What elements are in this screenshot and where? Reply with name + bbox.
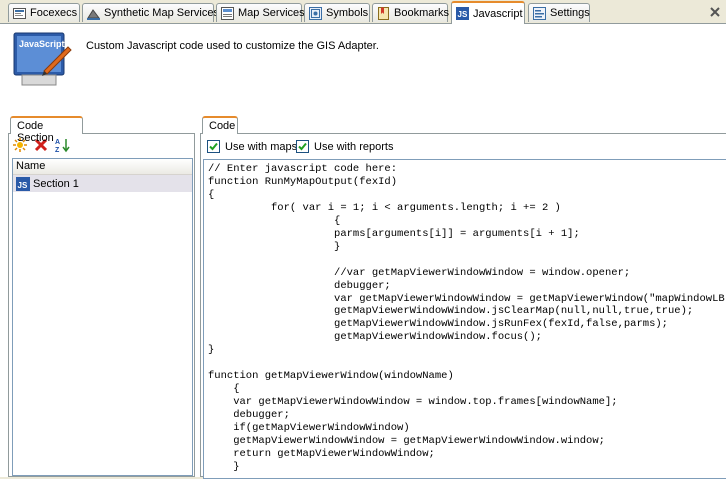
tab-bookmarks[interactable]: Bookmarks [372, 3, 450, 22]
tab-javascript[interactable]: JS Javascript [451, 1, 525, 24]
use-with-maps-label: Use with maps [225, 140, 298, 153]
use-with-reports-checkbox[interactable]: Use with reports [296, 140, 393, 153]
tab-label: Focexecs [30, 7, 78, 19]
tab-code-section[interactable]: Code Section [10, 116, 83, 144]
code-section-list[interactable]: Name JS Section 1 [12, 158, 193, 476]
tab-label: Symbols [326, 7, 369, 19]
check-icon [209, 142, 218, 151]
bookmarks-icon [378, 6, 389, 20]
tab-label: Synthetic Map Services [104, 7, 219, 19]
symbols-icon [309, 6, 322, 20]
header-description: Custom Javascript code used to customize… [86, 40, 379, 52]
svg-text:A: A [55, 139, 60, 146]
column-header-name[interactable]: Name [13, 159, 192, 175]
svg-text:JS: JS [18, 181, 28, 190]
page-header: JavaScript Custom Javascript code used t… [0, 24, 726, 94]
tab-code[interactable]: Code [202, 116, 238, 134]
list-item[interactable]: JS Section 1 [13, 175, 192, 192]
tab-synthetic-map-services[interactable]: Synthetic Map Services [82, 3, 219, 22]
javascript-icon: JS [456, 7, 469, 20]
javascript-logo-icon: JavaScript [13, 32, 72, 86]
tab-settings[interactable]: Settings [528, 3, 590, 22]
use-with-maps-checkbox[interactable]: Use with maps [207, 140, 297, 153]
svg-text:Z: Z [55, 147, 60, 153]
synthetic-map-icon [87, 8, 100, 20]
list-item-label: Section 1 [33, 177, 79, 190]
code-text[interactable]: // Enter javascript code here: function … [204, 160, 726, 474]
map-services-icon [221, 6, 234, 20]
code-section-panel: A Z Name JS Section 1 [8, 133, 195, 477]
tab-label: Settings [550, 7, 590, 19]
tab-strip: Focexecs Synthetic Map Services Map Serv… [0, 0, 726, 24]
tab-label: Javascript [473, 7, 523, 20]
use-with-reports-label: Use with reports [314, 140, 394, 153]
focexec-icon [13, 7, 26, 19]
code-panel: Use with maps Use with reports // Enter … [200, 133, 726, 479]
checkbox-box[interactable] [296, 140, 309, 153]
code-editor[interactable]: // Enter javascript code here: function … [203, 159, 726, 479]
tab-symbols[interactable]: Symbols [304, 3, 370, 22]
checkbox-box[interactable] [207, 140, 220, 153]
close-icon[interactable] [707, 4, 723, 20]
tab-label: Map Services [238, 7, 305, 19]
badge-text: JavaScript [19, 39, 65, 49]
settings-icon [533, 6, 546, 20]
check-icon [298, 142, 307, 151]
tab-focexecs[interactable]: Focexecs [8, 3, 80, 22]
tab-map-services[interactable]: Map Services [216, 3, 305, 22]
javascript-file-icon: JS [16, 176, 30, 191]
svg-text:JS: JS [458, 10, 468, 19]
sort-icon[interactable]: A Z [55, 137, 71, 153]
tab-label: Bookmarks [394, 7, 450, 19]
